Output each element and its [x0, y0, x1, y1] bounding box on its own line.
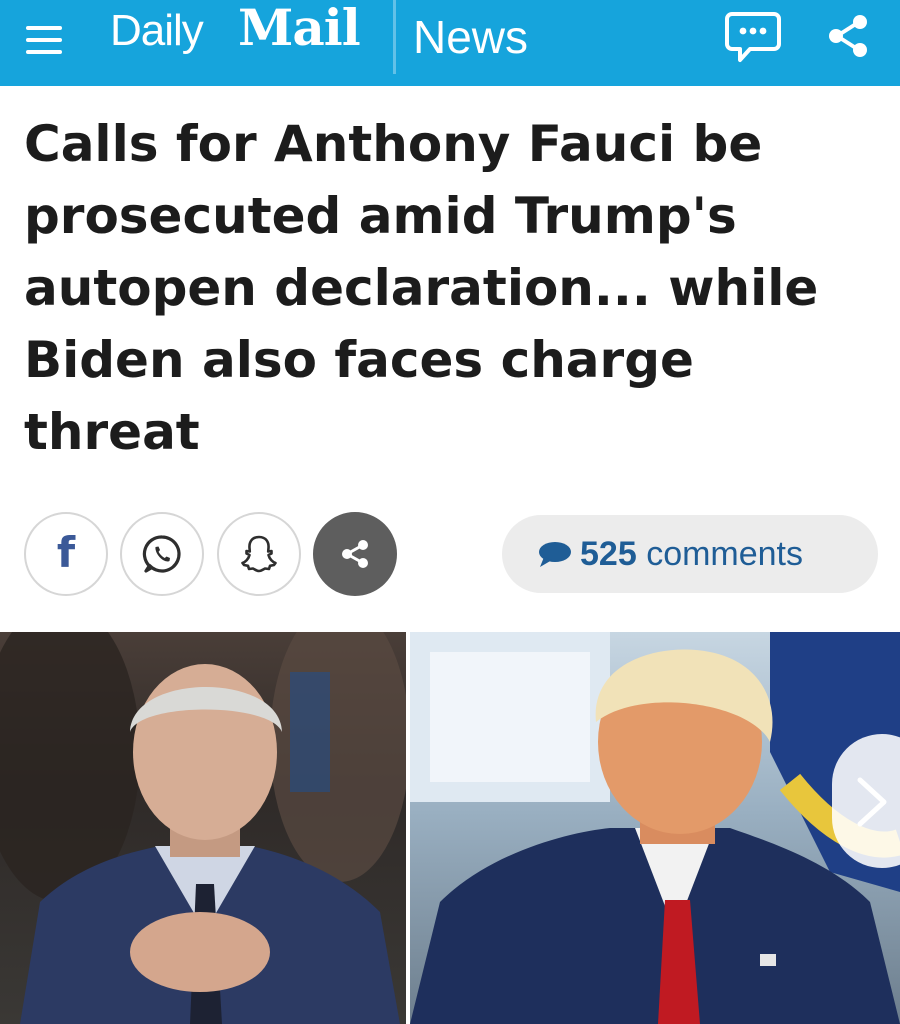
logo-mail: Mail — [238, 0, 361, 57]
snapchat-share-button[interactable] — [217, 512, 301, 596]
comment-bubble-icon — [539, 542, 571, 567]
article-headline: Calls for Anthony Fauci be prosecuted am… — [24, 115, 819, 461]
next-photo-button[interactable] — [832, 734, 900, 868]
comments-button[interactable]: 525 comments — [502, 515, 878, 593]
whatsapp-share-button[interactable] — [120, 512, 204, 596]
more-share-button[interactable] — [313, 512, 397, 596]
chevron-right-icon — [857, 777, 887, 827]
comments-icon[interactable] — [724, 10, 782, 64]
comments-word: comments — [646, 535, 804, 573]
comments-label: 525 comments — [580, 535, 803, 574]
section-title[interactable]: News — [413, 10, 528, 64]
facebook-icon: f — [56, 528, 76, 577]
hamburger-menu-icon[interactable] — [22, 18, 66, 60]
snapchat-icon — [241, 535, 277, 573]
facebook-share-button[interactable]: f — [24, 512, 108, 596]
article-photo-left[interactable] — [0, 632, 406, 1024]
share-icon[interactable] — [826, 12, 872, 60]
whatsapp-icon — [142, 535, 181, 573]
comments-count: 525 — [580, 535, 637, 573]
logo-daily: Daily — [110, 6, 204, 55]
article-photo-right[interactable] — [410, 632, 900, 1024]
logo-divider — [393, 0, 396, 74]
top-bar: Daily Mail News — [0, 0, 900, 86]
share-icon — [342, 540, 368, 568]
